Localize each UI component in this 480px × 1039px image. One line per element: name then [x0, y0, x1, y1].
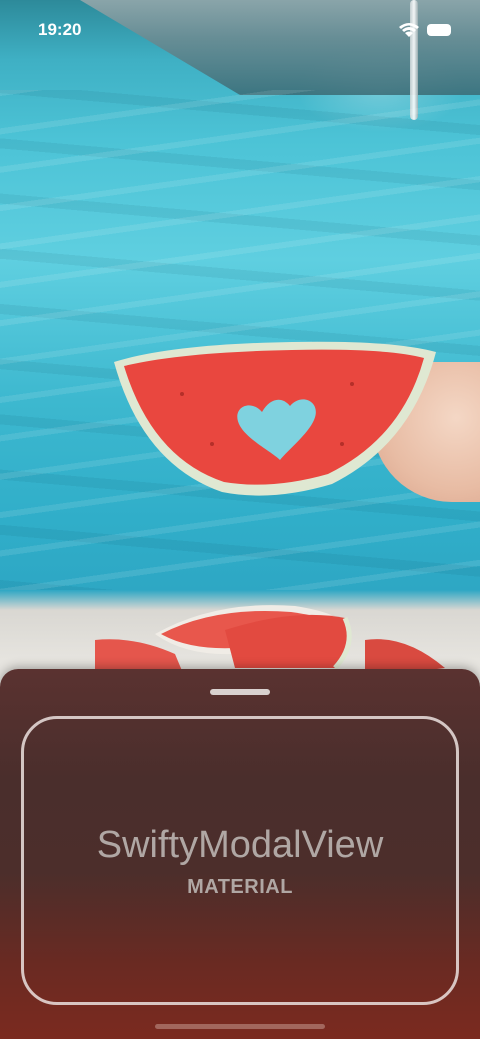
modal-title: SwiftyModalView	[96, 824, 384, 866]
drag-handle[interactable]	[210, 689, 270, 695]
status-bar: 19:20	[0, 0, 480, 60]
modal-subtitle: MATERIAL	[187, 876, 293, 898]
battery-icon	[427, 24, 451, 36]
watermelon-pieces	[95, 605, 445, 678]
home-indicator[interactable]	[155, 1024, 325, 1029]
screen: 19:20 SwiftyModalView MATERIAL	[0, 0, 480, 1039]
wifi-icon	[399, 23, 419, 37]
modal-sheet[interactable]: SwiftyModalView MATERIAL	[0, 669, 480, 1039]
watermelon-slice	[114, 341, 436, 496]
clock-time: 19:20	[38, 20, 82, 39]
